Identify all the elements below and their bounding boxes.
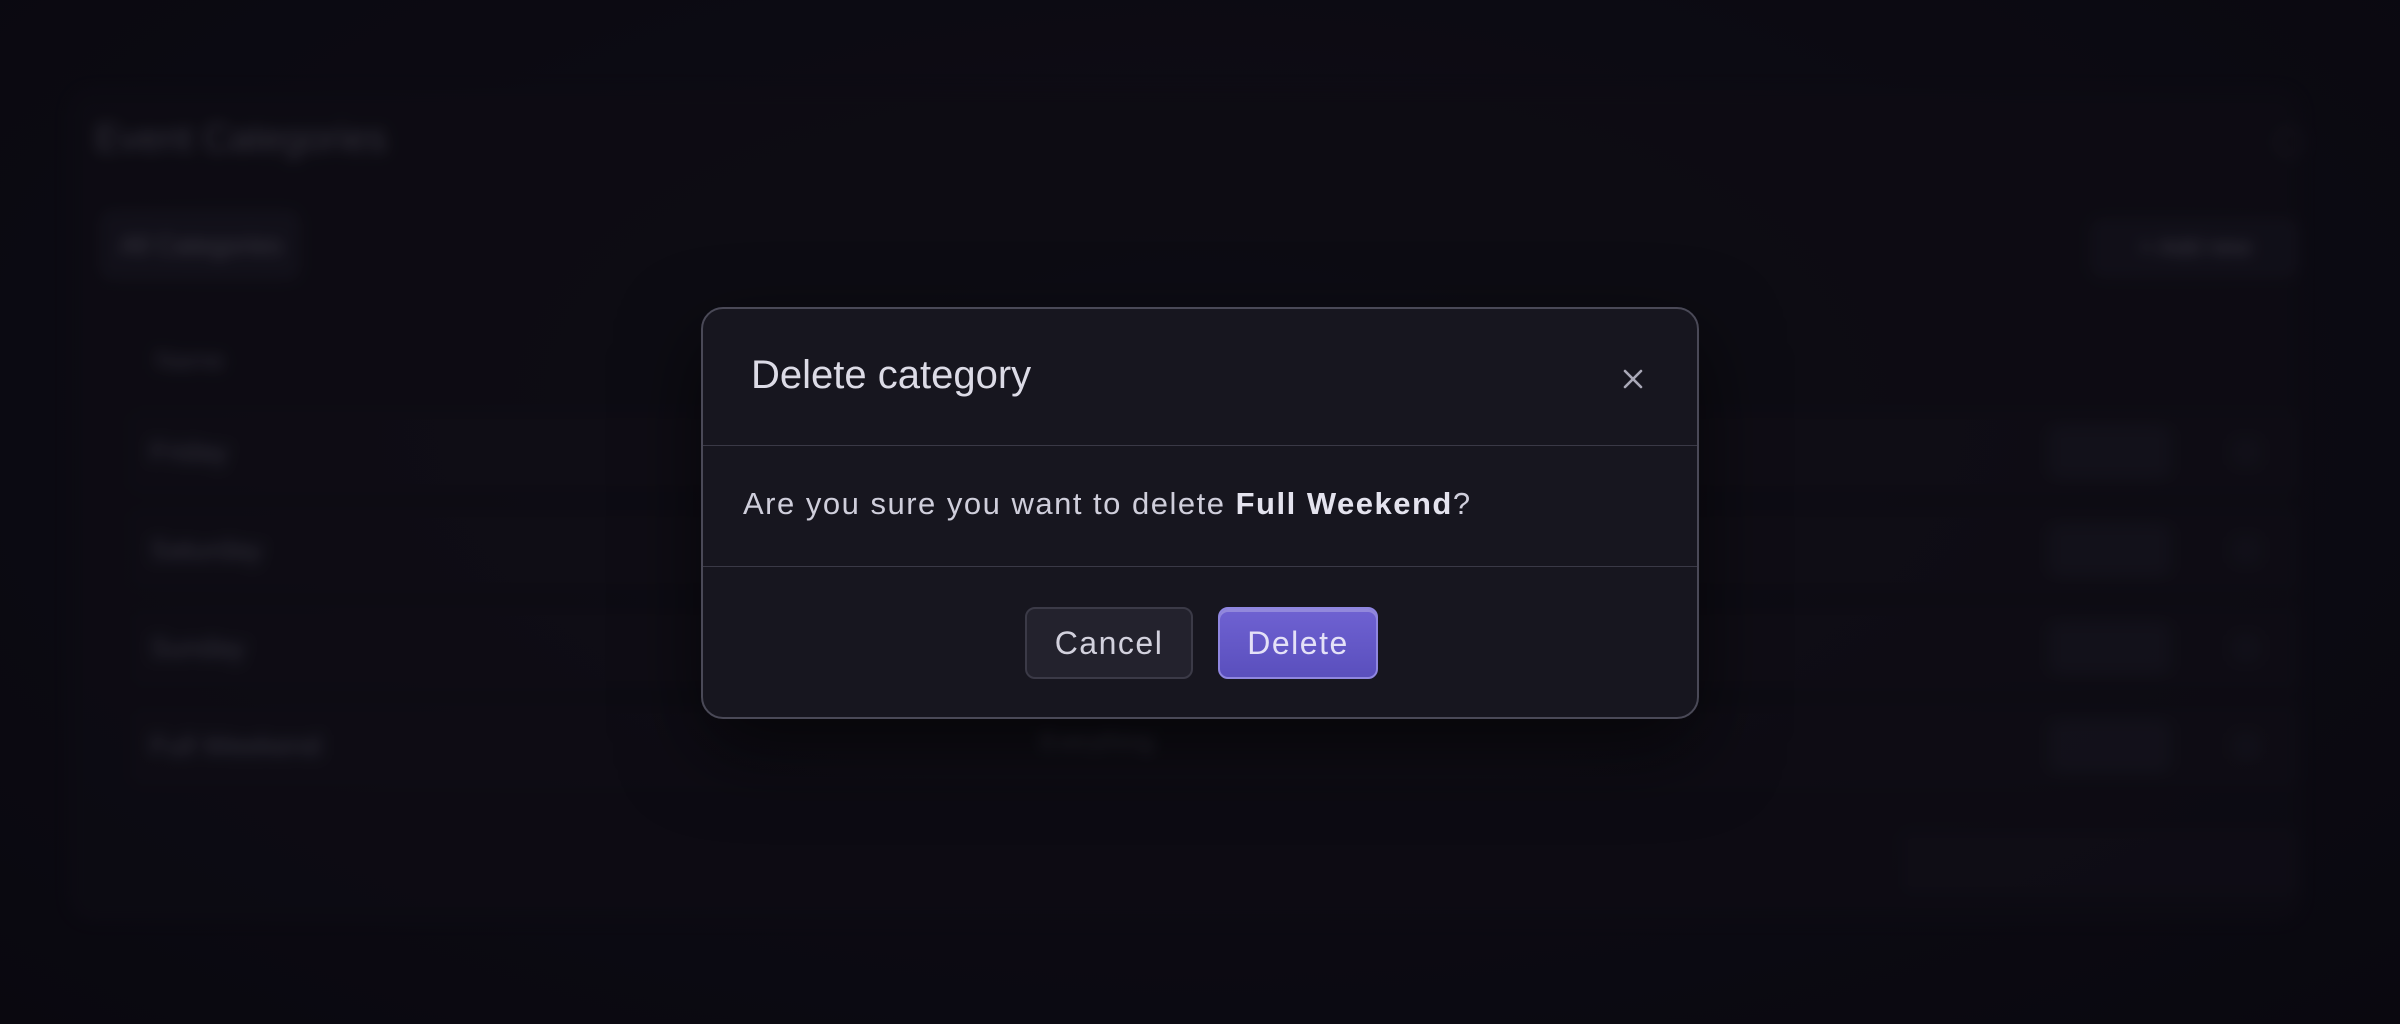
screen: Event Categories All Categories + Add ne…: [0, 0, 2400, 1024]
delete-button[interactable]: Delete: [1218, 607, 1378, 679]
close-button[interactable]: [1613, 359, 1653, 399]
message-suffix: ?: [1452, 486, 1472, 521]
dialog-body: Are you sure you want to delete Full Wee…: [703, 446, 1697, 567]
target-category-name: Full Weekend: [1235, 486, 1453, 521]
dialog-footer: Cancel Delete: [703, 567, 1697, 717]
message-prefix: Are you sure you want to delete: [743, 486, 1236, 521]
cancel-button[interactable]: Cancel: [1025, 607, 1193, 679]
dialog-header: Delete category: [703, 309, 1697, 446]
confirmation-message: Are you sure you want to delete Full Wee…: [743, 486, 1472, 522]
close-icon: [1623, 369, 1643, 389]
delete-category-dialog: Delete category Are you sure you want to…: [701, 307, 1699, 719]
dialog-title: Delete category: [751, 353, 1032, 397]
